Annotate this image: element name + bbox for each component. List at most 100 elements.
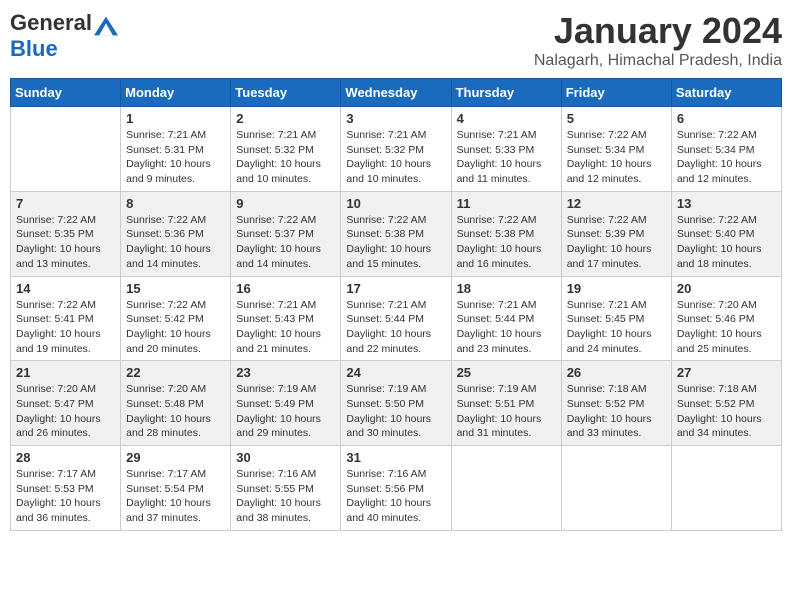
day-number: 13 xyxy=(677,196,776,211)
calendar-cell: 28Sunrise: 7:17 AM Sunset: 5:53 PM Dayli… xyxy=(11,446,121,531)
day-info: Sunrise: 7:22 AM Sunset: 5:38 PM Dayligh… xyxy=(457,213,556,272)
day-number: 2 xyxy=(236,111,335,126)
day-info: Sunrise: 7:20 AM Sunset: 5:46 PM Dayligh… xyxy=(677,298,776,357)
day-info: Sunrise: 7:22 AM Sunset: 5:40 PM Dayligh… xyxy=(677,213,776,272)
day-info: Sunrise: 7:16 AM Sunset: 5:55 PM Dayligh… xyxy=(236,467,335,526)
weekday-header-sunday: Sunday xyxy=(11,79,121,107)
calendar-week-row: 28Sunrise: 7:17 AM Sunset: 5:53 PM Dayli… xyxy=(11,446,782,531)
calendar-cell: 22 Sunrise: 7:20 AM Sunset: 5:48 PM Dayli… xyxy=(121,361,231,446)
day-number: 25 xyxy=(457,365,556,380)
calendar-cell: 5 Sunrise: 7:22 AM Sunset: 5:34 PM Daylig… xyxy=(561,107,671,192)
day-number: 14 xyxy=(16,281,115,296)
calendar-cell xyxy=(451,446,561,531)
day-info: Sunrise: 7:22 AM Sunset: 5:36 PM Dayligh… xyxy=(126,213,225,272)
day-number: 12 xyxy=(567,196,666,211)
day-info: Sunrise: 7:17 AM Sunset: 5:54 PM Dayligh… xyxy=(126,467,225,526)
day-info: Sunrise: 7:21 AM Sunset: 5:33 PM Dayligh… xyxy=(457,128,556,187)
day-number: 11 xyxy=(457,196,556,211)
day-info: Sunrise: 7:17 AM Sunset: 5:53 PM Dayligh… xyxy=(16,467,115,526)
day-number: 24 xyxy=(346,365,445,380)
day-info: Sunrise: 7:21 AM Sunset: 5:31 PM Dayligh… xyxy=(126,128,225,187)
day-number: 8 xyxy=(126,196,225,211)
calendar-cell: 24Sunrise: 7:19 AM Sunset: 5:50 PM Dayli… xyxy=(341,361,451,446)
day-info: Sunrise: 7:22 AM Sunset: 5:34 PM Dayligh… xyxy=(677,128,776,187)
calendar-cell: 6 Sunrise: 7:22 AM Sunset: 5:34 PM Daylig… xyxy=(671,107,781,192)
weekday-header-friday: Friday xyxy=(561,79,671,107)
calendar-cell: 10Sunrise: 7:22 AM Sunset: 5:38 PM Dayli… xyxy=(341,191,451,276)
day-number: 18 xyxy=(457,281,556,296)
day-info: Sunrise: 7:21 AM Sunset: 5:44 PM Dayligh… xyxy=(346,298,445,357)
calendar-cell xyxy=(671,446,781,531)
weekday-header-monday: Monday xyxy=(121,79,231,107)
weekday-header-tuesday: Tuesday xyxy=(231,79,341,107)
calendar-cell: 20Sunrise: 7:20 AM Sunset: 5:46 PM Dayli… xyxy=(671,276,781,361)
calendar-cell: 27Sunrise: 7:18 AM Sunset: 5:52 PM Dayli… xyxy=(671,361,781,446)
calendar-cell: 21 Sunrise: 7:20 AM Sunset: 5:47 PM Dayli… xyxy=(11,361,121,446)
page-header: General Blue January 2024 Nalagarh, Hima… xyxy=(10,10,782,70)
day-info: Sunrise: 7:22 AM Sunset: 5:41 PM Dayligh… xyxy=(16,298,115,357)
calendar-cell: 18 Sunrise: 7:21 AM Sunset: 5:44 PM Dayli… xyxy=(451,276,561,361)
day-info: Sunrise: 7:20 AM Sunset: 5:48 PM Dayligh… xyxy=(126,382,225,441)
calendar-table: SundayMondayTuesdayWednesdayThursdayFrid… xyxy=(10,78,782,531)
day-info: Sunrise: 7:16 AM Sunset: 5:56 PM Dayligh… xyxy=(346,467,445,526)
weekday-header-wednesday: Wednesday xyxy=(341,79,451,107)
calendar-cell: 7 Sunrise: 7:22 AM Sunset: 5:35 PM Daylig… xyxy=(11,191,121,276)
calendar-cell: 17Sunrise: 7:21 AM Sunset: 5:44 PM Dayli… xyxy=(341,276,451,361)
calendar-cell: 30Sunrise: 7:16 AM Sunset: 5:55 PM Dayli… xyxy=(231,446,341,531)
calendar-cell: 3 Sunrise: 7:21 AM Sunset: 5:32 PM Daylig… xyxy=(341,107,451,192)
day-number: 5 xyxy=(567,111,666,126)
day-info: Sunrise: 7:22 AM Sunset: 5:42 PM Dayligh… xyxy=(126,298,225,357)
calendar-cell: 9Sunrise: 7:22 AM Sunset: 5:37 PM Daylig… xyxy=(231,191,341,276)
day-info: Sunrise: 7:19 AM Sunset: 5:49 PM Dayligh… xyxy=(236,382,335,441)
day-number: 1 xyxy=(126,111,225,126)
day-number: 9 xyxy=(236,196,335,211)
title-section: January 2024 Nalagarh, Himachal Pradesh,… xyxy=(534,10,782,70)
day-info: Sunrise: 7:21 AM Sunset: 5:32 PM Dayligh… xyxy=(346,128,445,187)
calendar-cell: 11 Sunrise: 7:22 AM Sunset: 5:38 PM Dayli… xyxy=(451,191,561,276)
logo-blue: Blue xyxy=(10,36,58,61)
calendar-cell: 1 Sunrise: 7:21 AM Sunset: 5:31 PM Daylig… xyxy=(121,107,231,192)
day-number: 7 xyxy=(16,196,115,211)
day-number: 21 xyxy=(16,365,115,380)
calendar-cell: 26Sunrise: 7:18 AM Sunset: 5:52 PM Dayli… xyxy=(561,361,671,446)
logo-icon xyxy=(94,16,118,36)
day-info: Sunrise: 7:21 AM Sunset: 5:32 PM Dayligh… xyxy=(236,128,335,187)
calendar-week-row: 14 Sunrise: 7:22 AM Sunset: 5:41 PM Dayli… xyxy=(11,276,782,361)
day-number: 16 xyxy=(236,281,335,296)
calendar-cell: 16 Sunrise: 7:21 AM Sunset: 5:43 PM Dayli… xyxy=(231,276,341,361)
calendar-cell: 8 Sunrise: 7:22 AM Sunset: 5:36 PM Daylig… xyxy=(121,191,231,276)
calendar-cell: 19Sunrise: 7:21 AM Sunset: 5:45 PM Dayli… xyxy=(561,276,671,361)
day-info: Sunrise: 7:22 AM Sunset: 5:39 PM Dayligh… xyxy=(567,213,666,272)
day-number: 31 xyxy=(346,450,445,465)
day-number: 23 xyxy=(236,365,335,380)
calendar-cell: 29Sunrise: 7:17 AM Sunset: 5:54 PM Dayli… xyxy=(121,446,231,531)
calendar-cell: 23 Sunrise: 7:19 AM Sunset: 5:49 PM Dayli… xyxy=(231,361,341,446)
day-info: Sunrise: 7:21 AM Sunset: 5:43 PM Dayligh… xyxy=(236,298,335,357)
calendar-cell: 14 Sunrise: 7:22 AM Sunset: 5:41 PM Dayli… xyxy=(11,276,121,361)
day-info: Sunrise: 7:21 AM Sunset: 5:44 PM Dayligh… xyxy=(457,298,556,357)
day-info: Sunrise: 7:22 AM Sunset: 5:38 PM Dayligh… xyxy=(346,213,445,272)
weekday-header-row: SundayMondayTuesdayWednesdayThursdayFrid… xyxy=(11,79,782,107)
calendar-cell: 25Sunrise: 7:19 AM Sunset: 5:51 PM Dayli… xyxy=(451,361,561,446)
day-number: 3 xyxy=(346,111,445,126)
day-info: Sunrise: 7:21 AM Sunset: 5:45 PM Dayligh… xyxy=(567,298,666,357)
calendar-cell: 13 Sunrise: 7:22 AM Sunset: 5:40 PM Dayli… xyxy=(671,191,781,276)
calendar-week-row: 1 Sunrise: 7:21 AM Sunset: 5:31 PM Daylig… xyxy=(11,107,782,192)
calendar-cell: 15Sunrise: 7:22 AM Sunset: 5:42 PM Dayli… xyxy=(121,276,231,361)
day-info: Sunrise: 7:22 AM Sunset: 5:34 PM Dayligh… xyxy=(567,128,666,187)
logo-text: General Blue xyxy=(10,10,120,62)
calendar-week-row: 21 Sunrise: 7:20 AM Sunset: 5:47 PM Dayli… xyxy=(11,361,782,446)
day-info: Sunrise: 7:22 AM Sunset: 5:35 PM Dayligh… xyxy=(16,213,115,272)
location-subtitle: Nalagarh, Himachal Pradesh, India xyxy=(534,52,782,70)
logo: General Blue xyxy=(10,10,120,62)
day-number: 27 xyxy=(677,365,776,380)
calendar-cell: 12 Sunrise: 7:22 AM Sunset: 5:39 PM Dayli… xyxy=(561,191,671,276)
calendar-cell: 2 Sunrise: 7:21 AM Sunset: 5:32 PM Daylig… xyxy=(231,107,341,192)
day-number: 26 xyxy=(567,365,666,380)
weekday-header-saturday: Saturday xyxy=(671,79,781,107)
day-number: 6 xyxy=(677,111,776,126)
calendar-cell: 4Sunrise: 7:21 AM Sunset: 5:33 PM Daylig… xyxy=(451,107,561,192)
month-title: January 2024 xyxy=(534,10,782,52)
day-info: Sunrise: 7:20 AM Sunset: 5:47 PM Dayligh… xyxy=(16,382,115,441)
day-number: 22 xyxy=(126,365,225,380)
